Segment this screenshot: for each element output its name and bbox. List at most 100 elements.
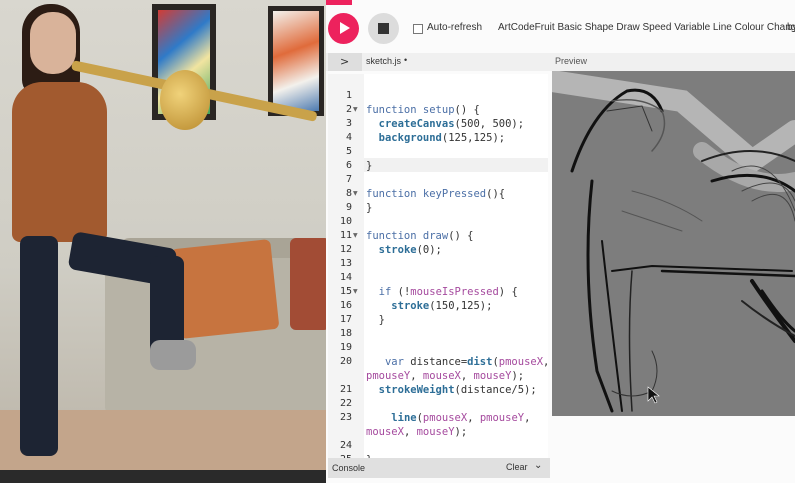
trombone-bell <box>160 70 210 130</box>
code-text: , <box>524 412 531 424</box>
chevron-down-icon[interactable]: ⌄ <box>534 460 542 471</box>
code-keyword: if <box>378 286 392 298</box>
line-number: 15 <box>339 286 352 297</box>
line-number: 20 <box>339 356 352 367</box>
code-builtin: background <box>378 132 442 144</box>
console-clear-button[interactable]: Clear <box>506 462 528 472</box>
code-text: ); <box>454 426 468 438</box>
code-line: pmouseY, mouseX, mouseY); <box>366 369 524 383</box>
autorefresh-checkbox[interactable] <box>413 24 423 34</box>
sketch-drawing <box>552 71 795 413</box>
code-text: ); <box>511 370 525 382</box>
code-text: , <box>543 356 548 368</box>
pillow <box>170 239 280 339</box>
code-text: (){ <box>486 188 506 200</box>
code-text: (125,125); <box>441 132 506 144</box>
code-editor[interactable]: 1 2 3 4 5 6 7 8 9 10 11 12 13 14 15 16 1… <box>328 74 548 458</box>
line-number: 8 <box>345 188 352 199</box>
line-number: 7 <box>345 174 352 185</box>
code-variable: pmouseX <box>422 412 468 424</box>
line-number: 16 <box>339 300 352 311</box>
code-keyword: function <box>366 188 417 200</box>
code-line: stroke(150,125); <box>366 299 492 313</box>
code-variable: mouseY <box>416 426 455 438</box>
play-icon <box>340 22 350 34</box>
play-button[interactable] <box>328 13 359 44</box>
unsaved-indicator: • <box>404 55 408 65</box>
code-text: , <box>403 426 417 438</box>
stop-button[interactable] <box>368 13 399 44</box>
code-line: function setup() { <box>366 103 480 117</box>
fold-marker-icon[interactable]: ▼ <box>353 285 358 299</box>
line-number: 10 <box>339 216 352 227</box>
code-line: function keyPressed(){ <box>366 187 505 201</box>
console-bar: Console Clear ⌄ <box>328 458 550 478</box>
code-text: } <box>366 160 373 172</box>
code-builtin: createCanvas <box>378 118 455 130</box>
line-number: 12 <box>339 244 352 255</box>
stop-icon <box>378 23 389 34</box>
code-text: () { <box>448 230 474 242</box>
code-text: , <box>467 412 480 424</box>
sketch-canvas[interactable] <box>552 71 795 416</box>
code-variable: mouseY <box>473 370 512 382</box>
sidebar-toggle-button[interactable]: > <box>328 53 362 71</box>
code-line: } <box>366 159 372 173</box>
line-number: 21 <box>339 384 352 395</box>
line-number: 14 <box>339 272 352 283</box>
p5-editor: Auto-refresh ArtCodeFruit Basic Shape Dr… <box>326 0 795 483</box>
code-text: () { <box>454 104 480 116</box>
code-builtin: dist <box>467 356 493 368</box>
console-label: Console <box>332 463 366 473</box>
person-leg <box>20 236 58 456</box>
code-text: (150,125); <box>429 300 493 312</box>
line-number: 13 <box>339 258 352 269</box>
code-function-name: setup <box>422 104 455 116</box>
code-text: } <box>378 314 385 326</box>
code-line: mouseX, mouseY); <box>366 425 467 439</box>
line-number: 4 <box>345 132 352 143</box>
code-function-name: draw <box>422 230 449 242</box>
code-text: ) { <box>498 286 518 298</box>
autorefresh-label[interactable]: Auto-refresh <box>427 22 482 33</box>
sketch-title[interactable]: ArtCodeFruit Basic Shape Draw Speed Vari… <box>498 22 795 33</box>
line-number: 6 <box>345 160 352 171</box>
line-number: 24 <box>339 440 352 451</box>
line-number: 23 <box>339 412 352 423</box>
fold-marker-icon[interactable]: ▼ <box>353 187 358 201</box>
code-variable: pmouseX <box>498 356 544 368</box>
code-text: (500, 500); <box>454 118 525 130</box>
code-variable: pmouseY <box>366 370 411 382</box>
line-number: 22 <box>339 398 352 409</box>
chevron-right-icon: > <box>340 55 350 68</box>
active-line-highlight <box>364 158 548 172</box>
code-builtin: stroke <box>391 300 430 312</box>
line-number: 1 <box>345 90 352 101</box>
pillow <box>290 238 326 330</box>
code-line: } <box>366 313 385 327</box>
person-body <box>12 82 107 242</box>
line-number: 5 <box>345 146 352 157</box>
person-foot <box>150 340 196 370</box>
code-line: } <box>366 201 372 215</box>
fold-marker-icon[interactable]: ▼ <box>353 103 358 117</box>
file-name[interactable]: sketch.js <box>366 56 401 66</box>
code-line: background(125,125); <box>366 131 505 145</box>
code-builtin: stroke <box>378 244 417 256</box>
code-function-name: keyPressed <box>422 188 487 200</box>
code-line: createCanvas(500, 500); <box>366 117 524 131</box>
code-variable: pmouseY <box>479 412 525 424</box>
code-line: line(pmouseX, pmouseY, <box>366 411 530 425</box>
mouse-cursor-icon <box>647 386 660 404</box>
line-number: 18 <box>339 328 352 339</box>
code-line: function draw() { <box>366 229 474 243</box>
file-bar: > sketch.js • Preview <box>326 53 795 71</box>
author-by-label: by <box>787 22 795 33</box>
code-line: var distance=dist(pmouseX, <box>366 355 548 369</box>
preview-pane <box>550 71 795 483</box>
code-text: , <box>410 370 423 382</box>
code-line: stroke(0); <box>366 243 442 257</box>
code-keyword: var <box>384 356 404 368</box>
fold-marker-icon[interactable]: ▼ <box>353 229 358 243</box>
code-keyword: function <box>366 104 417 116</box>
